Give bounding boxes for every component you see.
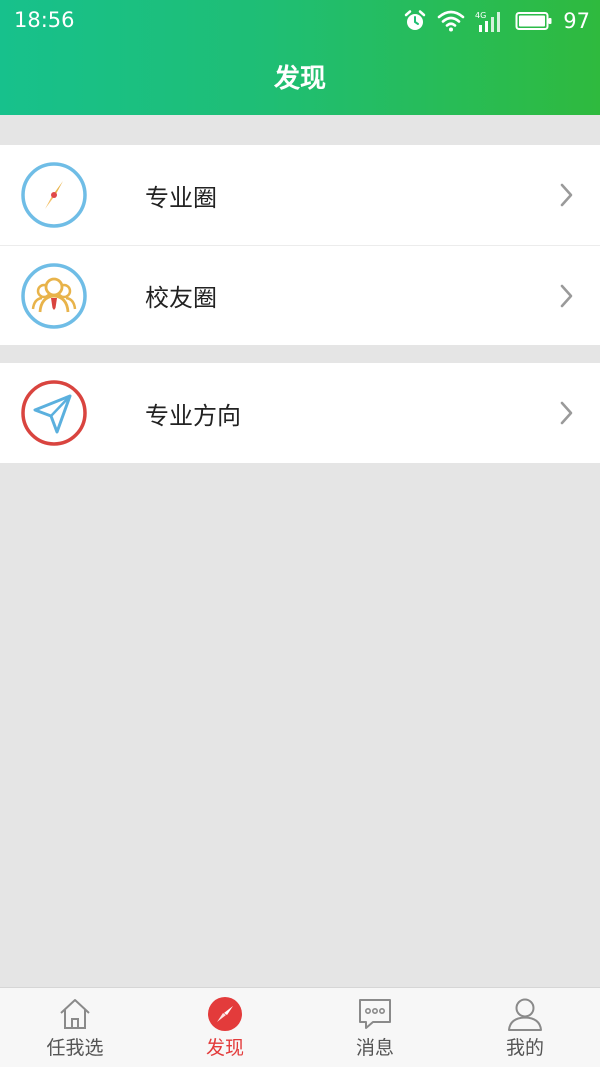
chevron-right-icon [560, 401, 573, 425]
person-icon [508, 998, 542, 1031]
list-item-label: 专业圈 [145, 183, 217, 212]
discover-group-1: 专业圈 校友圈 [0, 145, 600, 345]
chevron-right-icon [560, 183, 573, 207]
page-title: 发现 [273, 64, 326, 94]
tab-label: 任我选 [46, 1037, 104, 1059]
chat-bubble-icon [359, 999, 391, 1029]
status-time: 18:56 [14, 8, 75, 32]
list-item-major-direction[interactable]: 专业方向 [0, 363, 600, 463]
tab-profile[interactable]: 我的 [450, 988, 600, 1067]
tab-label: 我的 [505, 1037, 544, 1059]
app-header: 18:56 4G 97 发现 [0, 0, 600, 115]
battery-level: 97 [563, 9, 590, 33]
list-item-major-circle[interactable]: 专业圈 [0, 145, 600, 245]
list-item-label: 专业方向 [145, 401, 241, 430]
bottom-tab-bar: 任我选 发现 消息 我的 [0, 987, 600, 1067]
status-icons: 4G 97 [403, 8, 590, 34]
battery-icon [515, 12, 552, 30]
tab-label: 消息 [355, 1037, 394, 1059]
network-type-label: 4G [475, 11, 486, 20]
tab-label: 发现 [205, 1037, 244, 1059]
tab-discover[interactable]: 发现 [150, 988, 300, 1067]
home-icon [60, 999, 90, 1029]
tab-home[interactable]: 任我选 [0, 988, 150, 1067]
tab-messages[interactable]: 消息 [300, 988, 450, 1067]
status-bar: 18:56 4G 97 [0, 0, 600, 42]
alarm-icon [405, 10, 426, 30]
chevron-right-icon [560, 284, 573, 308]
discover-group-2: 专业方向 [0, 363, 600, 463]
signal-4g-icon: 4G [475, 11, 501, 32]
compass-icon [21, 162, 87, 228]
wifi-icon [437, 10, 465, 32]
list-item-label: 校友圈 [145, 284, 217, 312]
compass-icon [208, 997, 242, 1031]
list-item-alumni-circle[interactable]: 校友圈 [0, 245, 600, 345]
paper-plane-icon [21, 380, 87, 446]
alumni-people-icon [21, 263, 87, 329]
